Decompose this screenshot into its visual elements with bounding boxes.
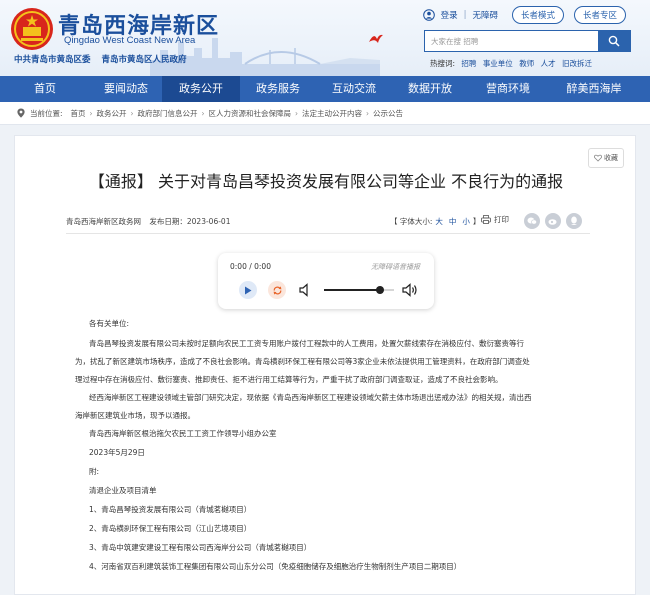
nav-item-home[interactable]: 首页 xyxy=(0,76,90,102)
national-emblem-icon xyxy=(11,8,53,50)
nav-item-news[interactable]: 要闻动态 xyxy=(90,76,162,102)
volume-low-icon[interactable] xyxy=(299,283,311,297)
breadcrumb-separator-icon: › xyxy=(366,108,370,118)
article-paragraph: 1、青岛昌琴投资发展有限公司（青城茗樾项目） xyxy=(89,505,252,514)
volume-slider-fill xyxy=(324,289,380,291)
font-size-close: 】 xyxy=(472,217,481,226)
weibo-share-icon[interactable] xyxy=(545,213,561,229)
article-paragraph: 清退企业及项目清单 xyxy=(89,486,157,495)
article-paragraph: 理过程中存在消极应付、敷衍塞责、推卸责任、拒不进行用工结算等行为，严重干扰了政府… xyxy=(75,375,503,384)
qq-share-icon[interactable] xyxy=(566,213,582,229)
elder-mode-button[interactable]: 长者模式 xyxy=(511,6,564,24)
sub-title-government: 青岛市黄岛区人民政府 xyxy=(101,55,187,65)
favorite-button[interactable]: 收藏 xyxy=(588,148,624,168)
breadcrumb-item[interactable]: 公示公告 xyxy=(373,108,403,119)
article-paragraph: 2023年5月29日 xyxy=(89,448,145,457)
main-nav: 首页 要闻动态 政务公开 政务服务 互动交流 数据开放 营商环境 醉美西海岸 xyxy=(0,76,650,102)
breadcrumb-item[interactable]: 法定主动公开内容 xyxy=(302,108,362,119)
article-paragraph: 各有关单位: xyxy=(89,319,130,328)
article-date: 发布日期：2023-06-01 xyxy=(149,217,231,226)
site-header: 青岛西海岸新区 Qingdao West Coast New Area 中共青岛… xyxy=(0,0,650,76)
breadcrumb-separator-icon: › xyxy=(201,108,205,118)
loop-button[interactable] xyxy=(268,281,286,299)
user-icon xyxy=(422,9,435,21)
site-subtitles: 中共青岛市黄岛区委 青岛市黄岛区人民政府 xyxy=(14,53,195,65)
search-button[interactable] xyxy=(598,31,630,51)
top-links: 登录 | 无障碍 长者模式 长者专区 xyxy=(422,6,626,24)
article-paragraph: 青岛西海岸新区根治拖欠农民工工资工作领导小组办公室 xyxy=(89,429,277,438)
volume-high-icon[interactable] xyxy=(402,282,418,298)
print-label: 打印 xyxy=(494,215,509,224)
printer-icon xyxy=(481,215,491,224)
breadcrumb-separator-icon: › xyxy=(130,108,134,118)
article-title: 【通报】 关于对青岛昌琴投资发展有限公司等企业 不良行为的通报 xyxy=(88,172,564,191)
site-title-en: Qingdao West Coast New Area xyxy=(64,35,196,46)
loop-icon xyxy=(273,285,281,295)
favorite-label: 收藏 xyxy=(604,154,618,162)
breadcrumb-item[interactable]: 政府部门信息公开 xyxy=(138,108,198,119)
heart-icon xyxy=(594,154,602,162)
hot-search-item[interactable]: 旧改拆迁 xyxy=(562,59,592,68)
nav-item-gov-service[interactable]: 政务服务 xyxy=(240,76,316,102)
breadcrumb-item[interactable]: 政务公开 xyxy=(97,108,127,119)
volume-slider[interactable] xyxy=(324,286,394,294)
article-paragraph: 海岸新区建筑业市场，现予以通报。 xyxy=(75,411,195,420)
font-size-control: 【 字体大小: 大中小】 xyxy=(390,216,480,227)
elder-edition-button[interactable]: 长者专区 xyxy=(573,6,626,24)
hot-search-label: 热搜词: xyxy=(430,59,456,68)
play-button[interactable] xyxy=(239,281,257,299)
font-size-medium-button[interactable]: 中 xyxy=(449,217,457,226)
article-paragraph: 附: xyxy=(89,467,100,476)
article-paragraph: 4、河南省双百利建筑装饰工程集团有限公司山东分公司（免疫细胞储存及细胞治疗生物制… xyxy=(89,562,462,571)
hot-search: 热搜词: 招聘 事业单位 教师 人才 旧改拆迁 xyxy=(430,58,596,69)
player-time: 0:00 / 0:00 xyxy=(230,262,271,271)
article-meta: 青岛西海岸新区政务网 发布日期：2023-06-01 xyxy=(66,216,236,227)
hot-search-item[interactable]: 招聘 xyxy=(461,59,476,68)
font-size-large-button[interactable]: 大 xyxy=(435,217,443,226)
breadcrumb-separator-icon: › xyxy=(89,108,93,118)
breadcrumb-separator-icon: › xyxy=(295,108,299,118)
article-paragraph: 青岛昌琴投资发展有限公司未按时足额向农民工工资专用账户拨付工程款中的人工费用，处… xyxy=(89,339,524,348)
hot-search-item[interactable]: 教师 xyxy=(519,59,534,68)
breadcrumb-item[interactable]: 首页 xyxy=(71,108,86,119)
hot-search-item[interactable]: 事业单位 xyxy=(483,59,513,68)
accessibility-link[interactable]: 无障碍 xyxy=(472,9,498,21)
volume-slider-handle[interactable] xyxy=(376,286,384,294)
article-paragraph: 2、青岛横刹环保工程有限公司（江山艺境项目） xyxy=(89,524,252,533)
bird-logo-icon xyxy=(369,34,383,43)
nav-item-business[interactable]: 营商环境 xyxy=(468,76,548,102)
search-icon xyxy=(608,35,620,47)
sub-title-party: 中共青岛市黄岛区委 xyxy=(14,55,91,65)
play-icon xyxy=(245,286,252,294)
font-size-open: 【 字体大小: xyxy=(390,217,433,226)
player-note: 无障碍语音播报 xyxy=(371,263,420,271)
article-card: 收藏 【通报】 关于对青岛昌琴投资发展有限公司等企业 不良行为的通报 青岛西海岸… xyxy=(14,135,636,595)
print-button[interactable]: 打印 xyxy=(481,214,509,225)
nav-item-interaction[interactable]: 互动交流 xyxy=(316,76,392,102)
nav-item-gov-open[interactable]: 政务公开 xyxy=(162,76,240,102)
meta-divider xyxy=(66,233,590,234)
article-paragraph: 经西海岸新区工程建设领域主管部门研究决定，现依据《青岛西海岸新区工程建设领域欠薪… xyxy=(89,393,532,402)
article-source: 青岛西海岸新区政务网 xyxy=(66,217,141,226)
link-separator: | xyxy=(463,10,467,20)
share-bar xyxy=(524,213,582,229)
hot-search-item[interactable]: 人才 xyxy=(541,59,556,68)
audio-player: 0:00 / 0:00 无障碍语音播报 xyxy=(218,253,434,309)
font-size-small-button[interactable]: 小 xyxy=(462,217,470,226)
nav-item-scenery[interactable]: 醉美西海岸 xyxy=(548,76,640,102)
wechat-share-icon[interactable] xyxy=(524,213,540,229)
breadcrumb-prefix: 当前位置: xyxy=(30,108,63,118)
location-pin-icon xyxy=(17,108,25,118)
breadcrumb-item[interactable]: 区人力资源和社会保障局 xyxy=(209,108,292,119)
breadcrumb: 当前位置: 首页 › 政务公开 › 政府部门信息公开 › 区人力资源和社会保障局… xyxy=(0,102,650,125)
search-box xyxy=(424,30,631,52)
search-input[interactable] xyxy=(425,31,607,51)
nav-item-open-data[interactable]: 数据开放 xyxy=(392,76,468,102)
article-paragraph: 为，扰乱了新区建筑市场秩序，造成了不良社会影响。青岛横刹环保工程有限公司等3家企… xyxy=(75,357,530,366)
article-paragraph: 3、青岛中筑建安建设工程有限公司西海岸分公司（青城茗樾项目） xyxy=(89,543,312,552)
login-link[interactable]: 登录 xyxy=(441,9,458,21)
